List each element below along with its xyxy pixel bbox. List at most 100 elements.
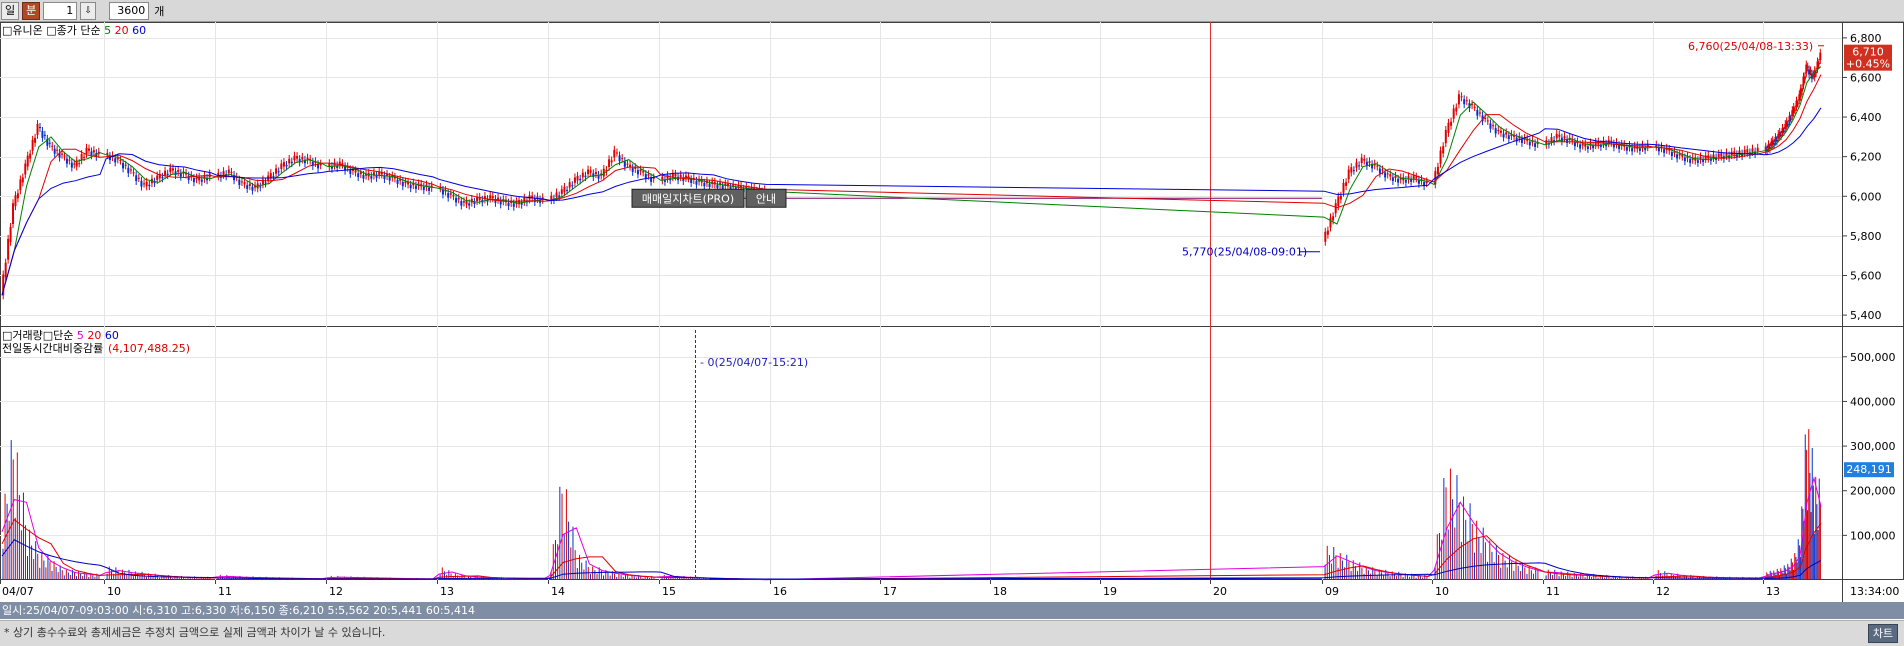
candle-body <box>53 148 56 154</box>
candle-body <box>301 156 304 160</box>
high-marker-label: 6,760(25/04/08-13:33) <box>1688 40 1813 53</box>
candle-body <box>1497 129 1500 131</box>
candle-body <box>644 174 647 179</box>
candle-body <box>1324 231 1327 242</box>
candle-body <box>7 238 10 260</box>
candle-body <box>1502 133 1505 138</box>
candle-body <box>1326 230 1329 235</box>
candle-body <box>251 186 254 191</box>
candle-body <box>1756 147 1759 152</box>
candle-body <box>1442 146 1445 154</box>
price-tick-label: 5,800 <box>1850 230 1882 243</box>
candle-body <box>1355 162 1358 168</box>
candle-body <box>491 196 494 199</box>
candle-body <box>639 169 642 172</box>
candle-body <box>137 177 140 179</box>
candle-body <box>31 139 34 151</box>
candle-body <box>589 170 592 173</box>
candle-body <box>56 149 59 151</box>
candle-body <box>65 158 68 164</box>
candle-body <box>636 170 639 175</box>
chart-toolbar: 일 분 1 ⇩ 3600 개 <box>0 0 1904 22</box>
candle-body <box>584 175 587 178</box>
candle-body <box>452 194 455 197</box>
candle-body <box>246 185 249 189</box>
interval-input[interactable]: 1 <box>43 1 78 20</box>
candle-body <box>114 158 117 163</box>
x-tick-label: 20 <box>1213 585 1227 598</box>
candle-body <box>12 203 15 224</box>
price-tick-label: 6,600 <box>1850 71 1882 84</box>
candle-body <box>396 179 399 184</box>
candle-body <box>520 203 523 205</box>
chart-button[interactable]: 차트 <box>1868 624 1898 643</box>
candle-body <box>1384 172 1387 178</box>
candle-body <box>1781 127 1784 133</box>
current-price-change: +0.45% <box>1846 58 1890 71</box>
candle-body <box>43 134 46 136</box>
interval-spinner[interactable]: ⇩ <box>80 1 97 20</box>
volume-legend-ma20: 20 <box>87 329 105 342</box>
candle-body <box>621 158 624 160</box>
candle-body <box>566 189 569 191</box>
candle-body <box>1558 134 1561 137</box>
fee-notice-text: * 상기 총수수료와 총제세금은 추정치 금액으로 실제 금액과 차이가 날 수… <box>4 626 386 639</box>
x-tick-label: 10 <box>107 585 121 598</box>
candle-body <box>4 262 7 278</box>
volume-panel[interactable] <box>1 330 1822 581</box>
candle-body <box>1550 137 1553 142</box>
candle-body <box>174 171 177 176</box>
candle-body <box>1618 145 1621 149</box>
candle-body <box>122 163 125 169</box>
price-panel[interactable] <box>1 48 1822 300</box>
candle-body <box>1563 136 1566 139</box>
candle-body <box>1444 129 1447 144</box>
stock-chart[interactable]: 6,800 6,600 6,400 6,200 6,000 5,800 5,600 5,400… <box>0 22 1904 602</box>
candle-body <box>1332 216 1335 221</box>
ohlc-status-bar: 일시:25/04/07-09:03:00 시:6,310 고:6,330 저:6… <box>0 602 1904 619</box>
candle-body <box>277 171 280 173</box>
count-input[interactable]: 3600 <box>109 1 150 20</box>
candle-body <box>388 176 391 181</box>
candle-body <box>1447 122 1450 133</box>
candle-body <box>1376 165 1379 167</box>
ma60-line <box>1 107 1822 296</box>
candle-body <box>275 168 278 174</box>
x-tick-label: 10 <box>1435 585 1449 598</box>
period-day-button[interactable]: 일 <box>1 1 20 20</box>
period-minute-button[interactable]: 분 <box>22 1 41 20</box>
candle-body <box>721 185 724 189</box>
candle-body <box>61 153 64 155</box>
candle-body <box>119 160 122 162</box>
candle-body <box>1788 115 1791 122</box>
candle-body <box>489 195 492 199</box>
ma5-line <box>1 66 1822 296</box>
candle-body <box>613 149 616 158</box>
candle-body <box>1507 135 1510 140</box>
candle-body <box>679 174 682 178</box>
candle-body <box>1663 149 1666 153</box>
candle-body <box>1492 125 1495 127</box>
candle-body <box>579 178 582 181</box>
candle-body <box>132 172 135 174</box>
candle-body <box>293 155 296 161</box>
candle-body <box>1358 165 1361 167</box>
candle-body <box>370 176 373 179</box>
candle-body <box>1484 118 1487 120</box>
candle-body <box>581 172 584 178</box>
price-tick-label: 6,800 <box>1850 32 1882 45</box>
x-tick-label: 17 <box>883 585 897 598</box>
candle-body <box>85 147 88 154</box>
candle-body <box>1436 166 1439 175</box>
volume-tick-label: 200,000 <box>1850 485 1896 498</box>
candle-body <box>1460 96 1463 98</box>
candle-body <box>1720 153 1723 157</box>
candle-body <box>1780 134 1783 136</box>
candle-body <box>1553 140 1556 142</box>
candle-body <box>1394 175 1397 179</box>
candle-body <box>80 154 83 161</box>
candle-body <box>1573 142 1576 147</box>
candle-body <box>1463 99 1466 105</box>
candle-body <box>68 159 71 161</box>
candle-body <box>1329 217 1332 228</box>
